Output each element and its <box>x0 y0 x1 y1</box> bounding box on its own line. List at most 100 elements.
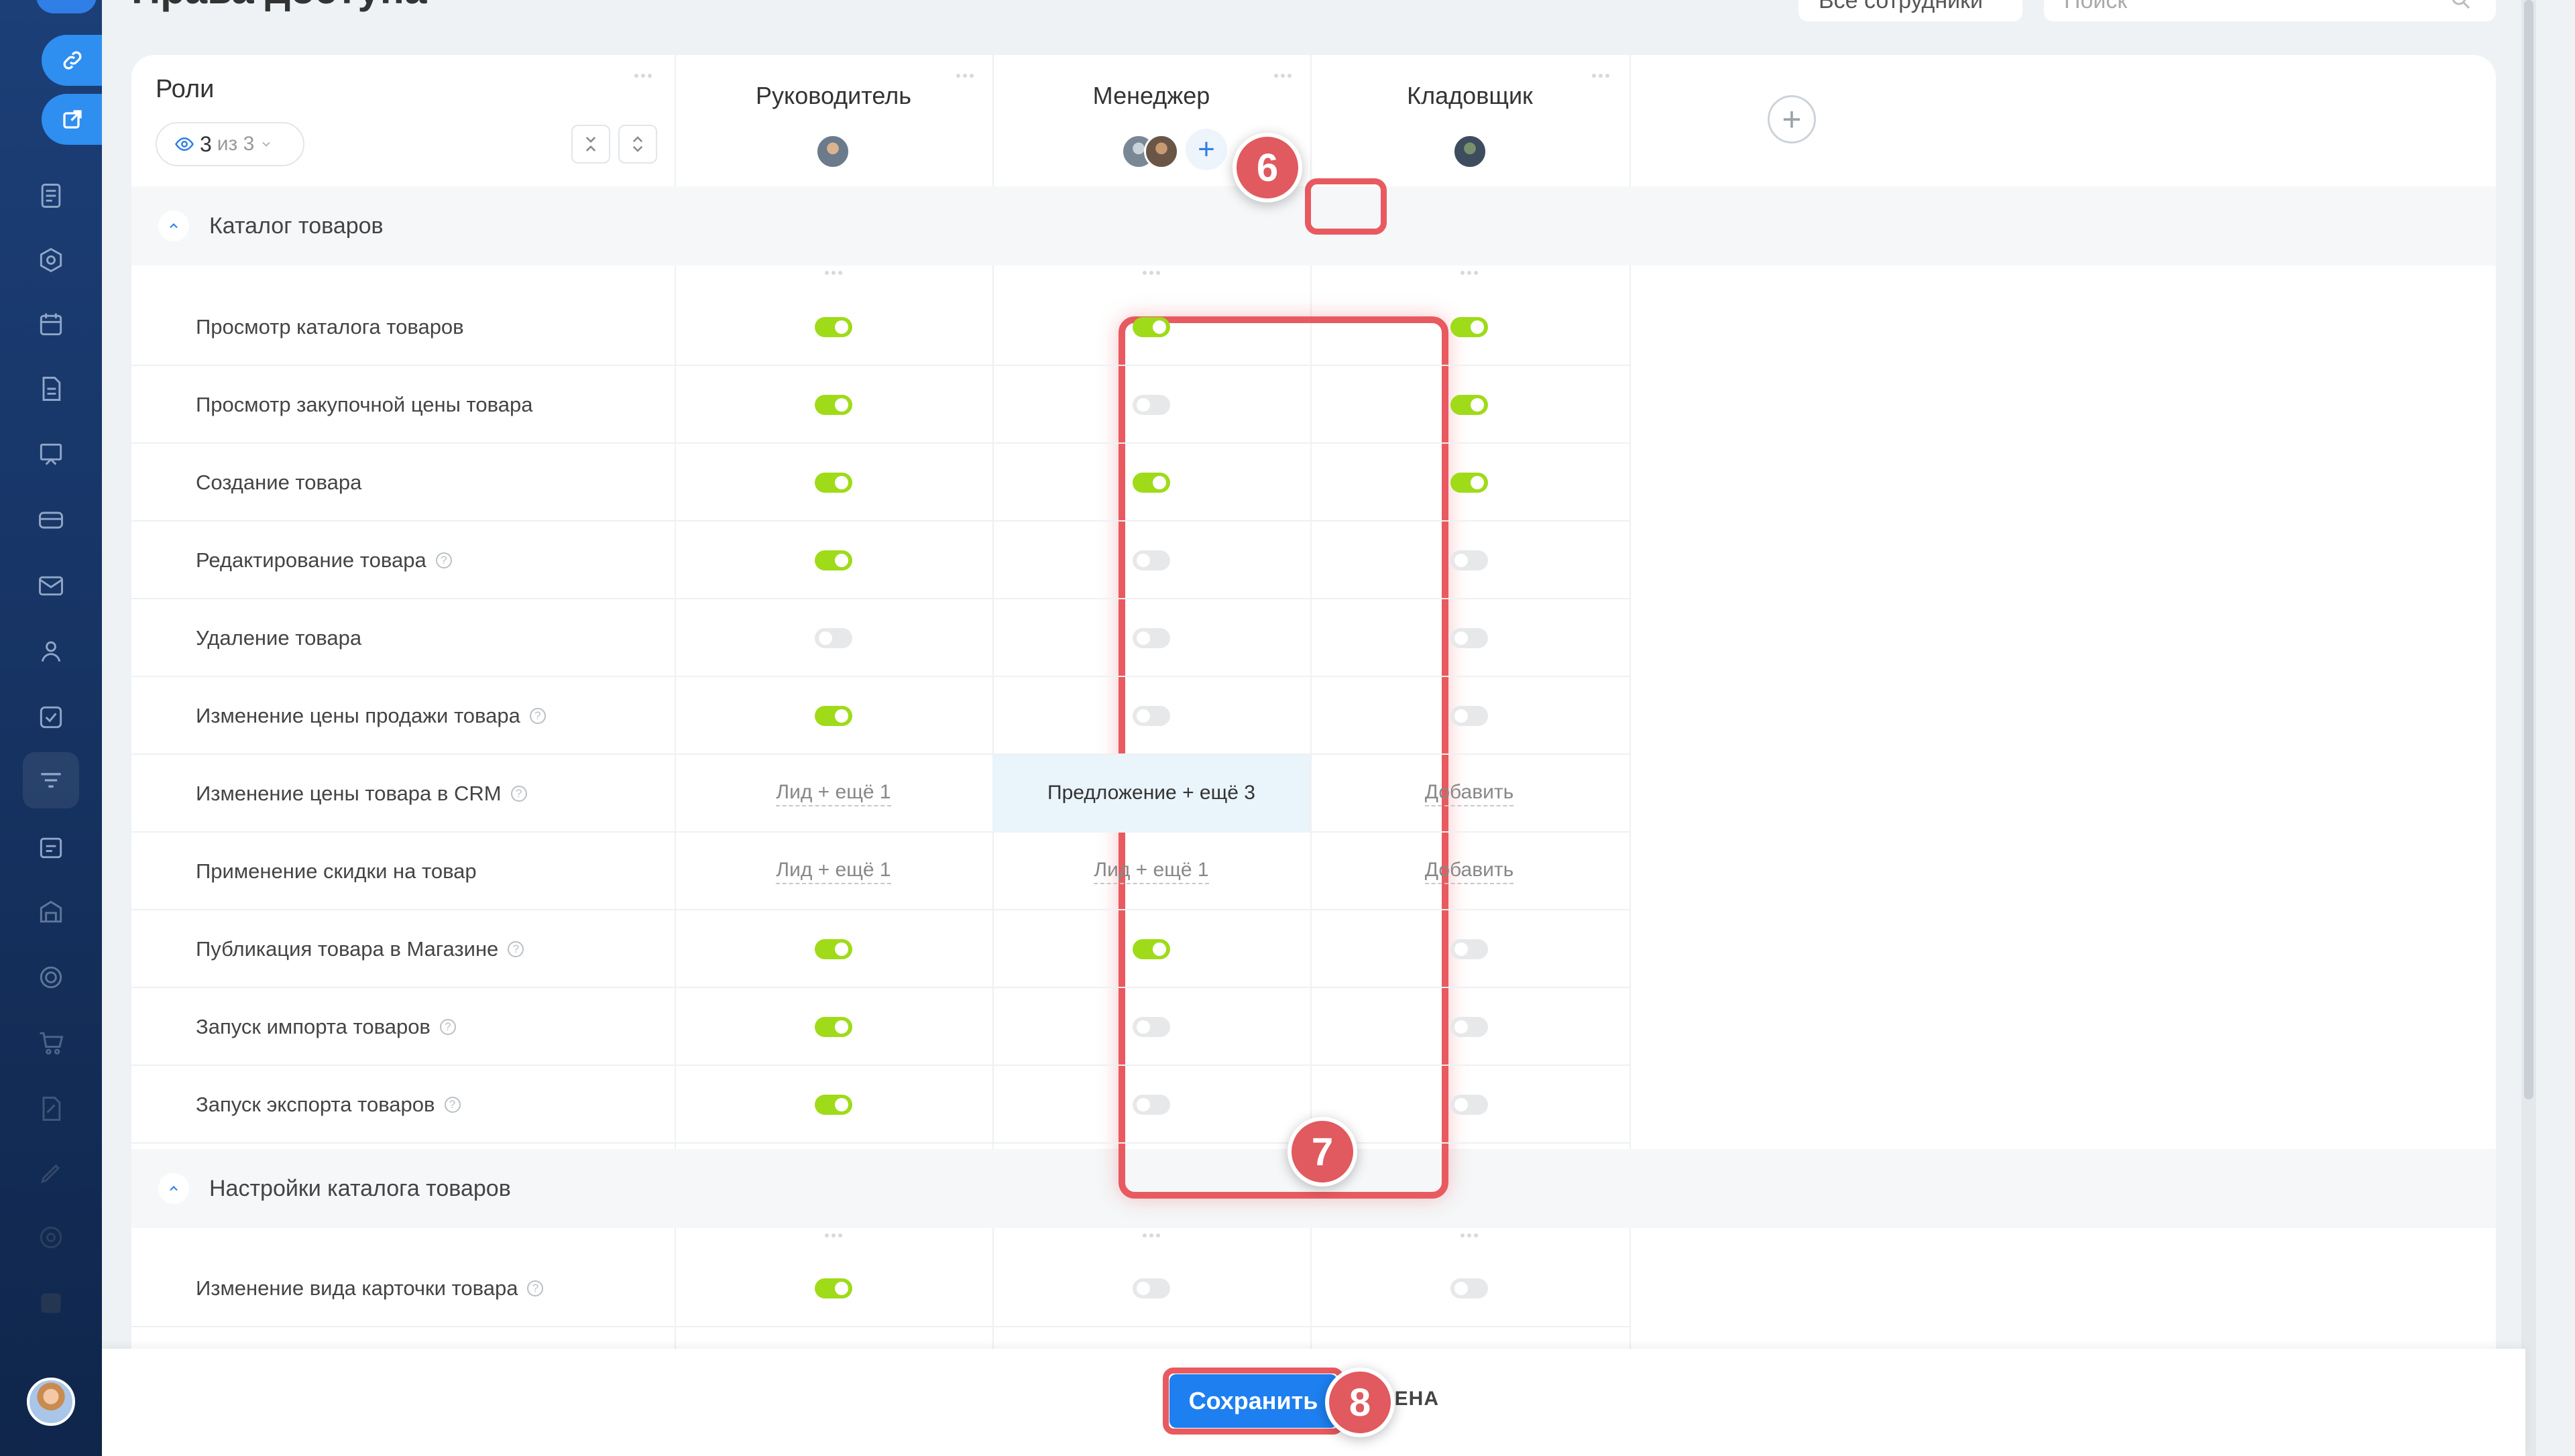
toggle-on[interactable] <box>815 395 852 415</box>
warehouse-icon[interactable] <box>36 897 66 926</box>
toggle-on[interactable] <box>815 939 852 959</box>
page-scrollbar-thumb[interactable] <box>2524 0 2533 1099</box>
target-icon[interactable] <box>36 963 66 992</box>
mail-icon[interactable] <box>36 571 66 601</box>
column-header-manager[interactable]: Менеджер <box>992 82 1310 110</box>
toggle-off[interactable] <box>1450 550 1488 570</box>
presentation-icon[interactable] <box>36 440 66 469</box>
document-icon[interactable] <box>36 181 66 210</box>
permission-value-link[interactable]: Предложение + ещё 3 <box>1047 782 1255 806</box>
permission-cell <box>675 599 992 677</box>
permission-label: Применение скидки на товар <box>196 859 477 883</box>
filter-icon[interactable] <box>36 766 66 795</box>
help-icon[interactable]: ? <box>435 552 452 568</box>
column-header-storekeeper[interactable]: Кладовщик <box>1310 82 1629 110</box>
toggle-off[interactable] <box>1133 1278 1170 1298</box>
page-title: Права доступа <box>131 0 426 13</box>
column-drag-handle[interactable] <box>825 271 845 276</box>
file-icon[interactable] <box>36 374 66 404</box>
cart-icon[interactable] <box>36 1028 66 1058</box>
expand-all-button[interactable] <box>618 125 657 164</box>
help-icon[interactable]: ? <box>439 1019 456 1035</box>
settings-icon[interactable] <box>36 1223 66 1252</box>
toggle-on[interactable] <box>815 706 852 726</box>
add-user-button[interactable]: + <box>1186 129 1227 170</box>
toggle-off[interactable] <box>1133 1017 1170 1037</box>
permission-value-link[interactable]: Лид + ещё 1 <box>1094 859 1209 884</box>
toggle-off[interactable] <box>1133 395 1170 415</box>
help-icon[interactable]: ? <box>508 941 524 957</box>
toggle-on[interactable] <box>1450 317 1488 337</box>
column-drag-handle[interactable] <box>1592 74 1612 79</box>
link-icon[interactable] <box>42 35 102 86</box>
roles-visibility-selector[interactable]: 3 из 3 <box>156 122 304 166</box>
avatar[interactable] <box>815 134 850 169</box>
column-drag-handle[interactable] <box>634 74 654 79</box>
toggle-off[interactable] <box>1450 1017 1488 1037</box>
toggle-off[interactable] <box>1450 628 1488 648</box>
users-icon[interactable] <box>36 637 66 666</box>
toggle-on[interactable] <box>815 1278 852 1298</box>
toggle-on[interactable] <box>1450 395 1488 415</box>
save-button[interactable]: Сохранить <box>1169 1374 1337 1428</box>
column-drag-handle[interactable] <box>1274 74 1294 79</box>
toggle-on[interactable] <box>815 473 852 493</box>
checkbox-icon[interactable] <box>36 703 66 732</box>
column-drag-handle[interactable] <box>1461 1233 1481 1239</box>
avatar[interactable] <box>1452 134 1487 169</box>
permission-value-link[interactable]: Добавить <box>1424 781 1514 806</box>
help-icon[interactable]: ? <box>529 708 546 724</box>
toggle-off[interactable] <box>1450 939 1488 959</box>
column-drag-handle[interactable] <box>825 1233 845 1239</box>
permission-value-link[interactable]: Добавить <box>1424 859 1514 884</box>
toggle-on[interactable] <box>815 317 852 337</box>
toggle-on[interactable] <box>1133 939 1170 959</box>
column-drag-handle[interactable] <box>1461 271 1481 276</box>
sidebar-top-button[interactable] <box>36 0 97 13</box>
permission-row: Редактирование товара? <box>131 522 1631 599</box>
column-drag-handle[interactable] <box>956 74 976 79</box>
more-icon[interactable] <box>36 1288 66 1318</box>
calendar-icon[interactable] <box>36 310 66 339</box>
toggle-off[interactable] <box>1133 550 1170 570</box>
permission-row: Публикация товара в Магазине? <box>131 910 1631 988</box>
permission-value-link[interactable]: Лид + ещё 1 <box>776 859 891 884</box>
help-icon[interactable]: ? <box>527 1280 544 1296</box>
toggle-off[interactable] <box>815 628 852 648</box>
add-role-button[interactable]: + <box>1768 95 1816 143</box>
toggle-on[interactable] <box>815 550 852 570</box>
toggle-off[interactable] <box>1450 1095 1488 1115</box>
toggle-off[interactable] <box>1133 1095 1170 1115</box>
permission-name: Редактирование товара? <box>196 522 452 599</box>
collapse-all-button[interactable] <box>571 125 610 164</box>
column-drag-handle[interactable] <box>1143 1233 1163 1239</box>
toggle-on[interactable] <box>815 1017 852 1037</box>
column-drag-handle[interactable] <box>1143 271 1163 276</box>
chevron-up-icon[interactable] <box>158 210 189 241</box>
help-icon[interactable]: ? <box>444 1097 461 1113</box>
edit-doc-icon[interactable] <box>36 1094 66 1124</box>
toggle-on[interactable] <box>1450 473 1488 493</box>
pencil-icon[interactable] <box>36 1158 66 1188</box>
toggle-off[interactable] <box>1133 706 1170 726</box>
external-link-icon[interactable] <box>42 94 102 145</box>
search-input[interactable]: Поиск <box>2044 0 2496 21</box>
permission-label: Изменение цены продажи товара <box>196 704 520 727</box>
toggle-off[interactable] <box>1450 706 1488 726</box>
toggle-off[interactable] <box>1133 628 1170 648</box>
permission-label: Удаление товара <box>196 626 362 650</box>
toggle-off[interactable] <box>1450 1278 1488 1298</box>
permission-value-link[interactable]: Лид + ещё 1 <box>776 781 891 806</box>
column-header-director[interactable]: Руководитель <box>675 82 992 110</box>
toggle-on[interactable] <box>815 1095 852 1115</box>
current-user-avatar[interactable] <box>27 1378 75 1426</box>
card-icon[interactable] <box>36 505 66 535</box>
chevron-up-icon[interactable] <box>158 1173 189 1204</box>
avatar[interactable] <box>1144 134 1179 169</box>
help-icon[interactable]: ? <box>510 786 527 802</box>
toggle-on[interactable] <box>1133 473 1170 493</box>
employee-filter-dropdown[interactable]: Все сотрудники <box>1798 0 2022 21</box>
toggle-on[interactable] <box>1133 317 1170 337</box>
schedule-icon[interactable] <box>36 833 66 862</box>
hexagon-icon[interactable] <box>36 245 66 275</box>
